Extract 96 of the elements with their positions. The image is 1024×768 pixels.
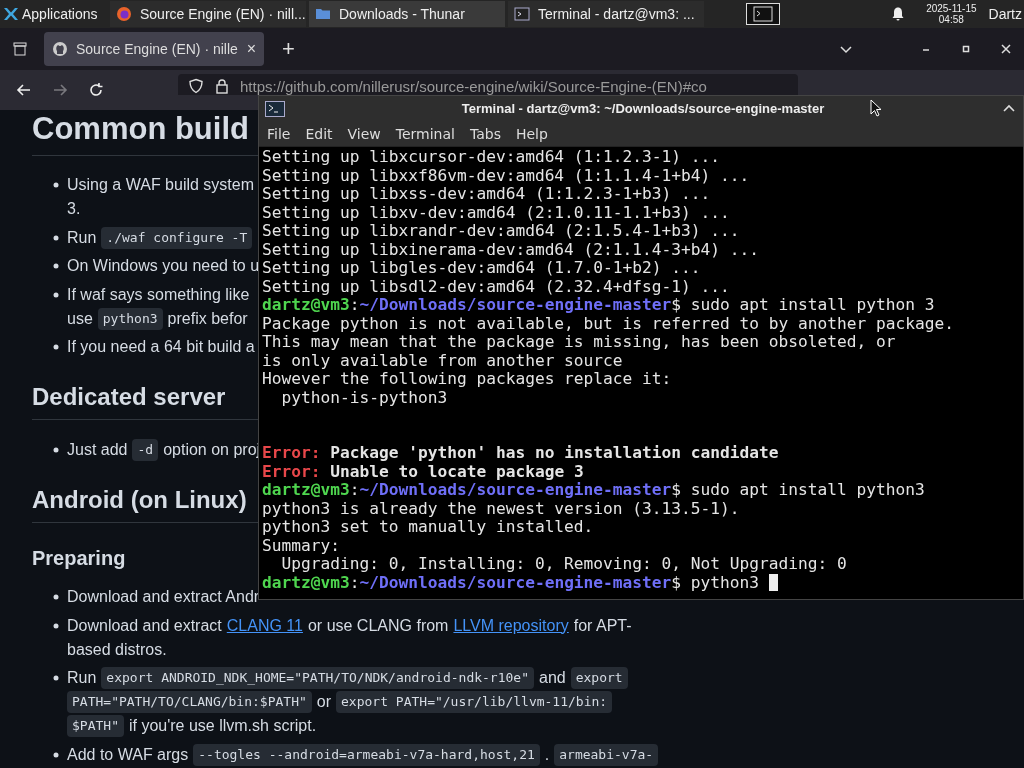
text: and [539,668,566,688]
text: Add to WAF args [67,744,189,765]
bullet-icon [53,344,59,350]
terminal-line: However the following packages replace it: [262,370,673,389]
terminal-line: Setting up libgles-dev:amd64 (1.7.0-1+b2) ... [262,259,702,278]
text: Run [67,668,97,688]
terminal-line: Setting up libxrandr-dev:amd64 (2:1.5.4-1+b3) ... [262,222,741,241]
text: if you're use llvm.sh script. [128,716,317,736]
text: If waf says something like [67,284,250,305]
inline-code: python3 [97,307,163,330]
new-tab-button[interactable]: + [282,36,295,62]
bullet-icon [53,594,59,600]
menu-item[interactable]: Help [507,125,555,142]
terminal-line: Package python is not available, but is referred to by another package. [262,314,955,333]
inline-code: export ANDROID_NDK_HOME="PATH/TO/NDK/android-ndk-r10e" [101,667,534,689]
terminal-line: python3 is already the newest version (3.13.5-1). [262,499,741,518]
text: Run [67,227,97,248]
text: 3. [67,199,81,219]
prompt-line: dartz@vm3:~/Downloads/source-engine-master$ sudo apt install python3 [262,481,925,500]
workspace-icon[interactable] [746,3,781,25]
inline-code: armeabi-v7a- [554,743,659,766]
window-title: Terminal - dartz@vm3: ~/Downloads/source-engine-master [461,101,825,116]
terminal-line: Setting up libxxf86vm-dev:amd64 (1:1.1.4-1+b4) ... [262,166,751,185]
browser-icon [116,6,132,22]
text: Using a WAF build system [67,175,254,195]
bullet-icon [53,291,59,298]
menu-item[interactable]: Tabs [461,125,508,142]
text: use [67,308,93,329]
text: . [544,744,550,765]
terminal-line: Summary: [262,536,341,555]
terminal-line: Setting up libxss-dev:amd64 (1:1.2.3-1+b3) ... [262,185,712,204]
text: Just add [67,440,128,460]
menu-item[interactable]: Edit [297,125,340,142]
text: prefix befor [167,308,248,329]
terminal-icon [265,100,285,117]
terminal-line: python3 set to manually installed. [262,518,595,537]
folder-icon [315,6,331,22]
bullet-icon [53,751,59,758]
browser-tab[interactable]: Source Engine (EN) · nille × [44,32,264,66]
tab-list-icon[interactable] [12,41,28,57]
text: or [316,692,332,712]
subsection-heading: Preparing [32,546,126,571]
terminal-line: Setting up libxcursor-dev:amd64 (1:1.2.3-1) ... [262,148,722,167]
inline-code: --togles --android=armeabi-v7a-hard,host,21 [193,743,540,766]
terminal-line: Setting up libsdl2-dev:amd64 (2.32.4+dfsg-1) ... [262,277,731,296]
clock-time: 04:58 [938,14,964,25]
logo-icon [3,6,19,22]
bullet-icon [53,263,59,269]
text: or use CLANG from [307,615,449,636]
bullet-icon [53,182,59,188]
error-line: Error: Unable to locate package 3 [262,462,585,481]
text: based distros. [67,639,167,660]
address-bar[interactable]: https://github.com/nillerusr/source-engine/wiki/Source-Engine-(EN)#co [178,74,798,95]
text: If you need a 64 bit build a [67,337,255,357]
terminal-line: Upgrading: 0, Installing: 0, Removing: 0, Not Upgrading: 0 [280,555,848,574]
menu-item[interactable]: View [339,125,388,142]
terminal-line: Setting up libxv-dev:amd64 (2:1.0.11-1.1+b3) ... [262,203,731,222]
inline-code: export [570,667,628,689]
shield-icon [188,78,204,94]
close-tab-button[interactable]: × [246,40,256,58]
prompt-line: dartz@vm3:~/Downloads/source-engine-master$ sudo apt install python 3 [262,296,935,315]
bullet-icon [53,675,59,681]
reload-icon[interactable] [88,82,104,98]
bullet-icon [53,622,59,629]
link[interactable]: CLANG 11 [226,613,303,638]
task-button[interactable]: Source Engine (EN) · nill... [110,1,306,27]
terminal-line: python-is-python3 [280,388,449,407]
clock-date: 2025-11-15 [926,3,977,14]
inline-code: export PATH="/usr/lib/llvm-11/bin: [336,691,613,713]
back-icon[interactable] [16,82,32,98]
text: On Windows you need to u [67,256,260,276]
user-name[interactable]: Dartz [988,6,1022,22]
text: Download and extract Andr [67,587,260,607]
menu-item[interactable]: Terminal [387,125,462,142]
inline-code: ./waf configure -T [101,226,253,249]
bullet-icon [53,234,59,241]
bullet-icon [53,447,59,453]
terminal-line: is only available from another source [262,351,624,370]
terminal-line: This may mean that the package is missing, has been obsoleted, or [262,333,897,352]
applications-menu[interactable]: Applications [0,6,110,22]
text: for APT- [573,615,632,636]
link[interactable]: LLVM repository [453,613,569,638]
text: Download and extract [67,615,222,636]
inline-code: -d [132,439,159,461]
lock-icon [214,78,230,94]
mouse-pointer-icon [870,99,882,117]
prompt-line: dartz@vm3:~/Downloads/source-engine-master$ python3 [262,573,760,592]
inline-code: PATH="PATH/TO/CLANG/bin:$PATH" [67,691,312,713]
terminal-line: Setting up libxinerama-dev:amd64 (2:1.1.4-3+b4) ... [262,240,761,259]
terminal-icon [514,6,530,22]
error-line: Error: Package 'python' has no installation candidate [262,444,780,463]
menu-item[interactable]: File [259,125,298,142]
inline-code: $PATH" [67,715,124,737]
task-button[interactable]: Terminal - dartz@vm3: ... [508,1,704,27]
task-button[interactable]: Downloads - Thunar [309,1,505,27]
github-icon [52,41,68,57]
